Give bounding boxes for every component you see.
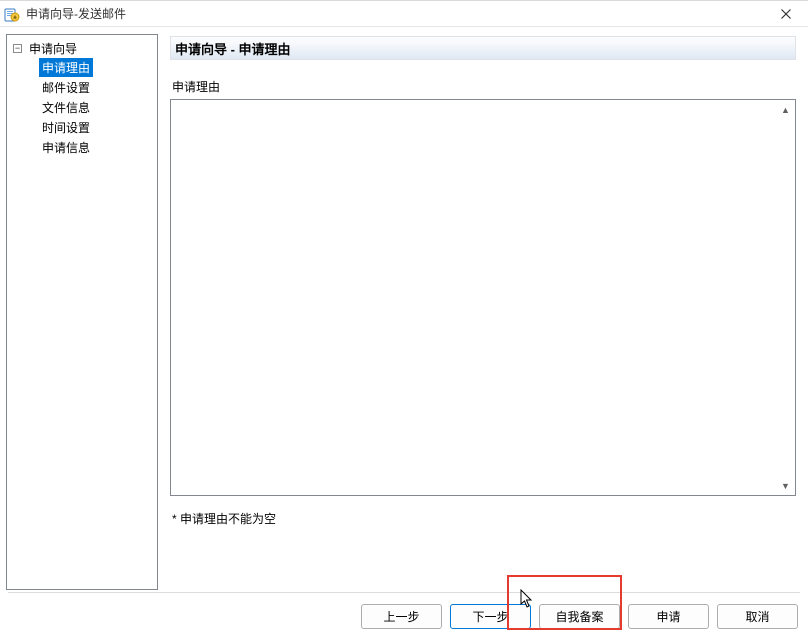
tree-node[interactable]: 时间设置	[39, 118, 93, 137]
wizard-step-pane: 申请向导 - 申请理由 申请理由 ▲ ▼ * 申请理由不能为空	[158, 34, 802, 593]
pane-header: 申请向导 - 申请理由	[170, 36, 796, 60]
tree-node[interactable]: 文件信息	[39, 98, 93, 117]
app-icon	[4, 6, 20, 22]
content-area: − 申请向导 申请理由邮件设置文件信息时间设置申请信息 申请向导 - 申请理由 …	[0, 28, 808, 593]
tree-node[interactable]: 申请信息	[39, 138, 93, 157]
wizard-button-row: 上一步 下一步 自我备案 申请 取消	[0, 593, 808, 640]
tree-root-node[interactable]: 申请向导	[26, 39, 80, 58]
title-bar: 申请向导-发送邮件	[0, 1, 808, 27]
reason-label: 申请理由	[172, 78, 796, 95]
dialog-window: 申请向导-发送邮件 − 申请向导 申请理由邮件设置文件信息时间设置申请信息 申请	[0, 0, 808, 640]
next-button[interactable]: 下一步	[450, 604, 531, 629]
prev-button[interactable]: 上一步	[361, 604, 442, 629]
wizard-tree-pane: − 申请向导 申请理由邮件设置文件信息时间设置申请信息	[6, 34, 158, 590]
apply-button[interactable]: 申请	[628, 604, 709, 629]
validation-message: * 申请理由不能为空	[172, 510, 796, 527]
close-button[interactable]	[770, 3, 802, 25]
cancel-button[interactable]: 取消	[717, 604, 798, 629]
tree-node[interactable]: 邮件设置	[39, 78, 93, 97]
reason-textarea[interactable]	[170, 99, 796, 496]
tree-node[interactable]: 申请理由	[39, 58, 93, 77]
tree-expander-icon[interactable]: −	[13, 44, 22, 53]
self-archive-button[interactable]: 自我备案	[539, 604, 620, 629]
window-title: 申请向导-发送邮件	[26, 5, 770, 22]
